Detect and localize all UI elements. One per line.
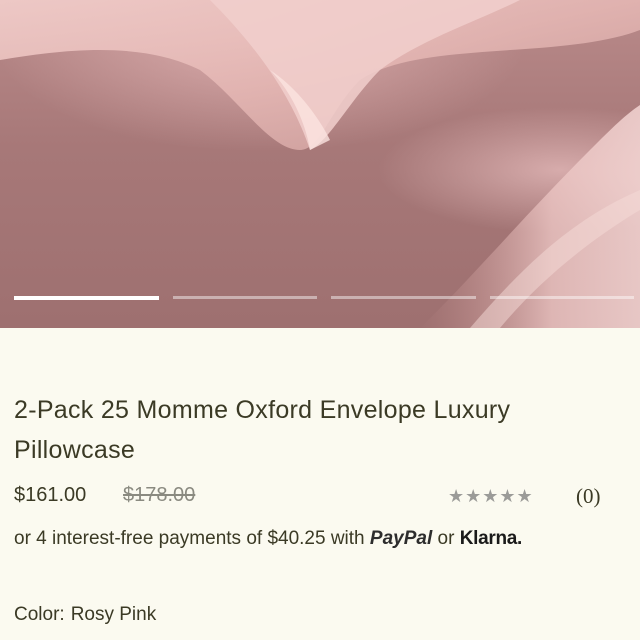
carousel-dot-1[interactable]	[14, 296, 159, 300]
installments-message: or 4 interest-free payments of $40.25 wi…	[14, 528, 634, 550]
carousel-dot-4[interactable]	[489, 296, 634, 299]
installments-text: or 4 interest-free payments of $40.25 wi…	[14, 528, 365, 549]
carousel-indicators	[14, 296, 634, 300]
installments-or: or	[437, 528, 455, 549]
color-selector-label: Color: Rosy Pink	[14, 604, 156, 626]
product-title: 2-Pack 25 Momme Oxford Envelope Luxury P…	[14, 396, 511, 464]
silk-fabric-image	[0, 0, 640, 328]
review-count[interactable]: (0)	[576, 484, 601, 509]
carousel-dot-2[interactable]	[172, 296, 317, 299]
carousel-dot-3[interactable]	[331, 296, 476, 299]
product-image[interactable]	[0, 0, 640, 328]
compare-price: $178.00	[123, 484, 196, 506]
color-label: Color:	[14, 604, 65, 625]
price-row: $161.00 $178.00 ★★★★★ (0)	[14, 484, 626, 514]
klarna-logo[interactable]: Klarna.	[460, 528, 523, 549]
rating-stars-icon[interactable]: ★★★★★	[448, 486, 534, 507]
sale-price: $161.00	[14, 484, 87, 506]
color-value: Rosy Pink	[70, 604, 157, 625]
paypal-logo[interactable]: PayPal	[370, 528, 432, 549]
